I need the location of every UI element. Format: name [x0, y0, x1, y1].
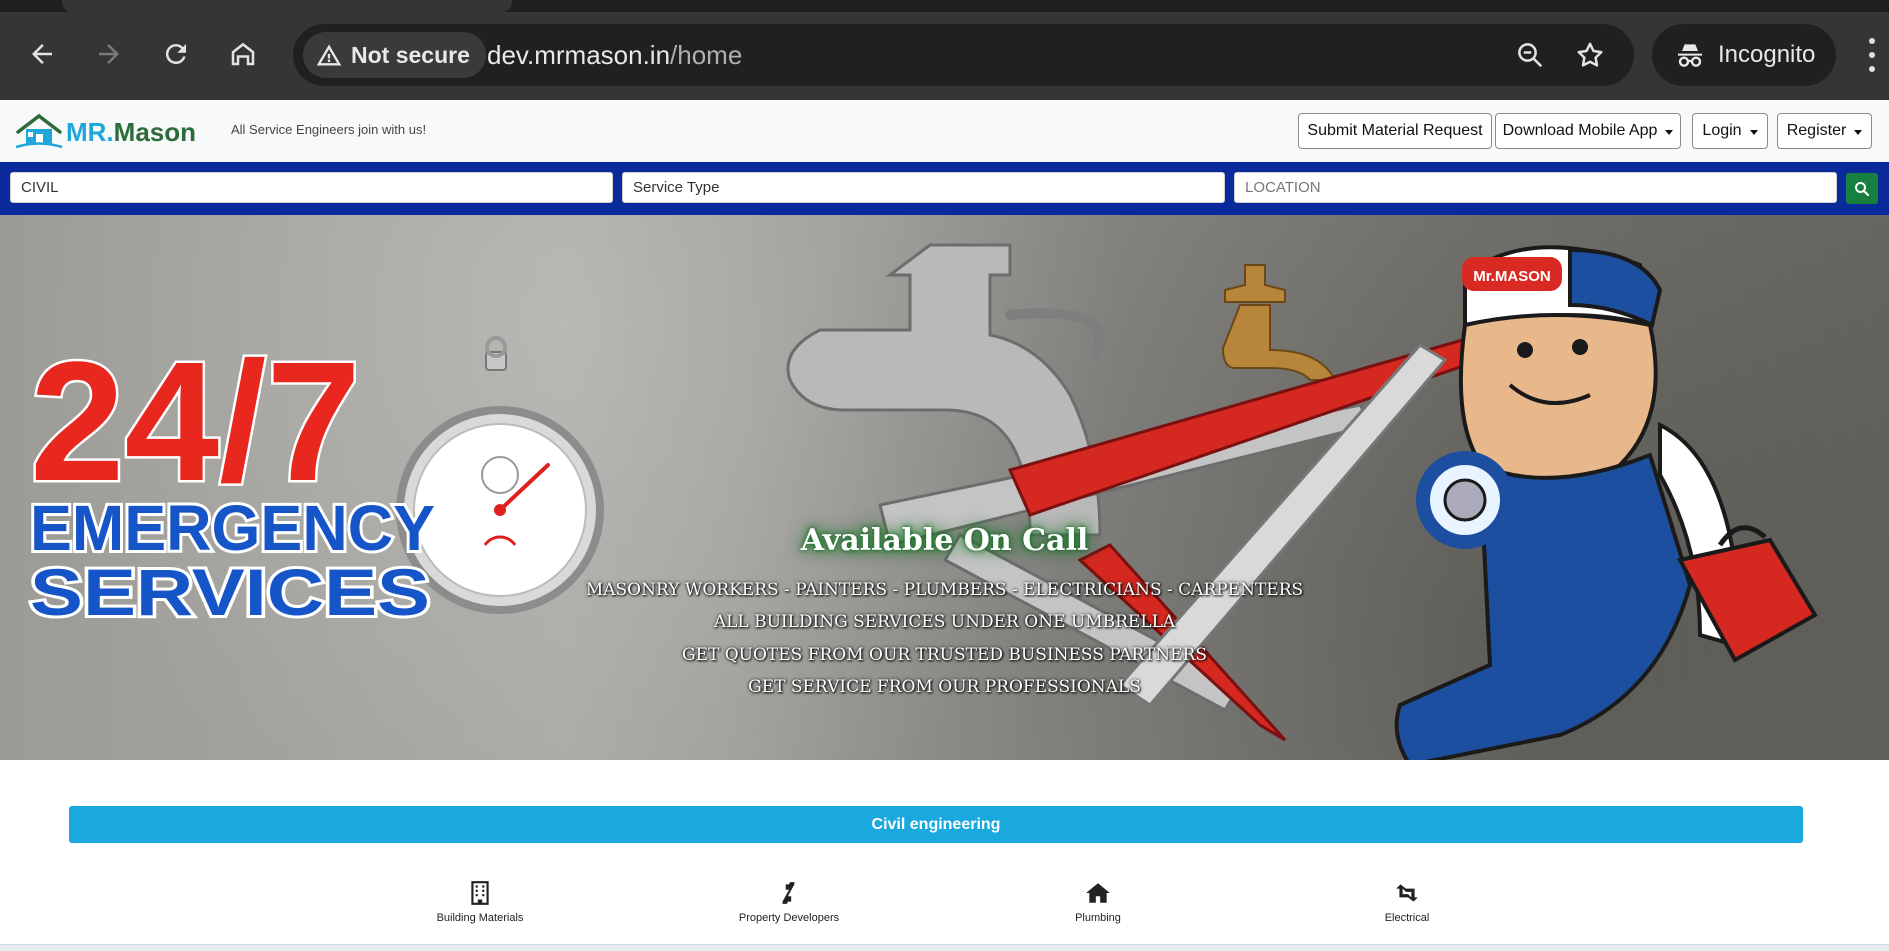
url-host: dev.mrmason.in: [487, 40, 671, 70]
page-bottom-divider: [0, 944, 1889, 951]
warning-triangle-icon: [316, 44, 342, 66]
reload-button[interactable]: [156, 34, 196, 74]
home-outline-icon: [231, 42, 255, 66]
address-bar[interactable]: Not secure dev.mrmason.in/home: [293, 24, 1634, 86]
building-icon: [471, 881, 489, 905]
search-bar: CIVIL Service Type LOCATION: [0, 162, 1889, 215]
zoom-out-icon: [1518, 43, 1543, 68]
download-mobile-app-label: Download Mobile App: [1502, 122, 1658, 139]
hero-line-umbrella: ALL BUILDING SERVICES UNDER ONE UMBRELLA: [713, 612, 1176, 632]
hero-line-services: MASONRY WORKERS - PAINTERS - PLUMBERS - …: [585, 580, 1304, 600]
register-dropdown[interactable]: Register: [1777, 113, 1872, 149]
category-select[interactable]: CIVIL: [10, 172, 613, 203]
logo-text: MR.Mason: [66, 117, 196, 148]
url-path: /home: [670, 40, 743, 70]
category-heading-bar[interactable]: Civil engineering: [69, 806, 1803, 843]
caret-down-icon: [1854, 129, 1863, 135]
browser-toolbar: Not secure dev.mrmason.in/home Incognito: [0, 0, 1889, 100]
zoom-button[interactable]: [1513, 38, 1547, 72]
retweet-icon: [1396, 884, 1418, 902]
category-electrical[interactable]: Electrical: [1307, 880, 1507, 924]
incognito-icon: [1678, 44, 1702, 67]
submit-material-request-button[interactable]: Submit Material Request: [1298, 113, 1492, 149]
home-icon: [1086, 883, 1110, 903]
location-input[interactable]: LOCATION: [1234, 172, 1837, 203]
category-label: Property Developers: [738, 912, 840, 924]
cap-logo: Mr.MASON: [1473, 268, 1551, 285]
category-label: Plumbing: [1075, 912, 1121, 924]
category-property-developers[interactable]: Property Developers: [689, 880, 889, 924]
house-logo-icon: [15, 113, 63, 149]
bookmark-button[interactable]: [1573, 38, 1607, 72]
service-type-select[interactable]: Service Type: [622, 172, 1225, 203]
reload-icon: [165, 44, 186, 65]
browser-menu-button[interactable]: [1862, 38, 1882, 72]
home-button[interactable]: [223, 34, 263, 74]
site-header: MR.Mason All Service Engineers join with…: [0, 100, 1889, 162]
login-label: Login: [1702, 122, 1742, 139]
download-mobile-app-dropdown[interactable]: Download Mobile App: [1495, 113, 1681, 149]
star-icon: [1577, 42, 1603, 67]
category-value: CIVIL: [21, 179, 59, 196]
category-plumbing[interactable]: Plumbing: [998, 880, 1198, 924]
caret-down-icon: [1749, 129, 1758, 135]
hero-line-quotes: GET QUOTES FROM OUR TRUSTED BUSINESS PAR…: [681, 645, 1208, 665]
stopwatch-icon: [396, 336, 604, 614]
logo-mr: MR.: [66, 117, 114, 147]
category-heading: Civil engineering: [871, 815, 1001, 833]
service-type-value: Service Type: [633, 179, 720, 196]
hero-title: Available On Call: [800, 523, 1089, 558]
back-button[interactable]: [22, 34, 62, 74]
security-label: Not secure: [351, 41, 470, 68]
tagline: All Service Engineers join with us!: [231, 122, 427, 137]
security-chip[interactable]: Not secure: [303, 32, 486, 78]
caret-down-icon: [1665, 129, 1674, 135]
incognito-label: Incognito: [1718, 41, 1816, 68]
badge-24-7: 24/7: [30, 327, 361, 517]
deviantart-icon: [782, 882, 795, 904]
url-text[interactable]: dev.mrmason.in/home: [487, 40, 742, 71]
location-placeholder: LOCATION: [1245, 179, 1321, 196]
register-label: Register: [1786, 122, 1847, 139]
category-building-materials[interactable]: Building Materials: [380, 880, 580, 924]
search-button[interactable]: [1846, 173, 1878, 204]
forward-arrow-icon: [99, 44, 119, 64]
logo-mason: Mason: [113, 117, 197, 147]
search-icon: [1855, 181, 1870, 196]
active-tab[interactable]: [62, 0, 512, 12]
category-label: Electrical: [1384, 912, 1430, 924]
forward-button[interactable]: [89, 34, 129, 74]
site-logo[interactable]: MR.Mason: [14, 112, 196, 150]
back-arrow-icon: [32, 44, 52, 64]
category-label: Building Materials: [436, 912, 524, 924]
hero-line-professionals: GET SERVICE FROM OUR PROFESSIONALS: [748, 677, 1141, 697]
incognito-indicator[interactable]: Incognito: [1652, 24, 1836, 86]
hero-banner: Mr.MASON 24/7 EMERGENCY SERVICES Availab…: [0, 215, 1889, 760]
login-dropdown[interactable]: Login: [1692, 113, 1768, 149]
submit-material-request-label: Submit Material Request: [1307, 122, 1483, 139]
